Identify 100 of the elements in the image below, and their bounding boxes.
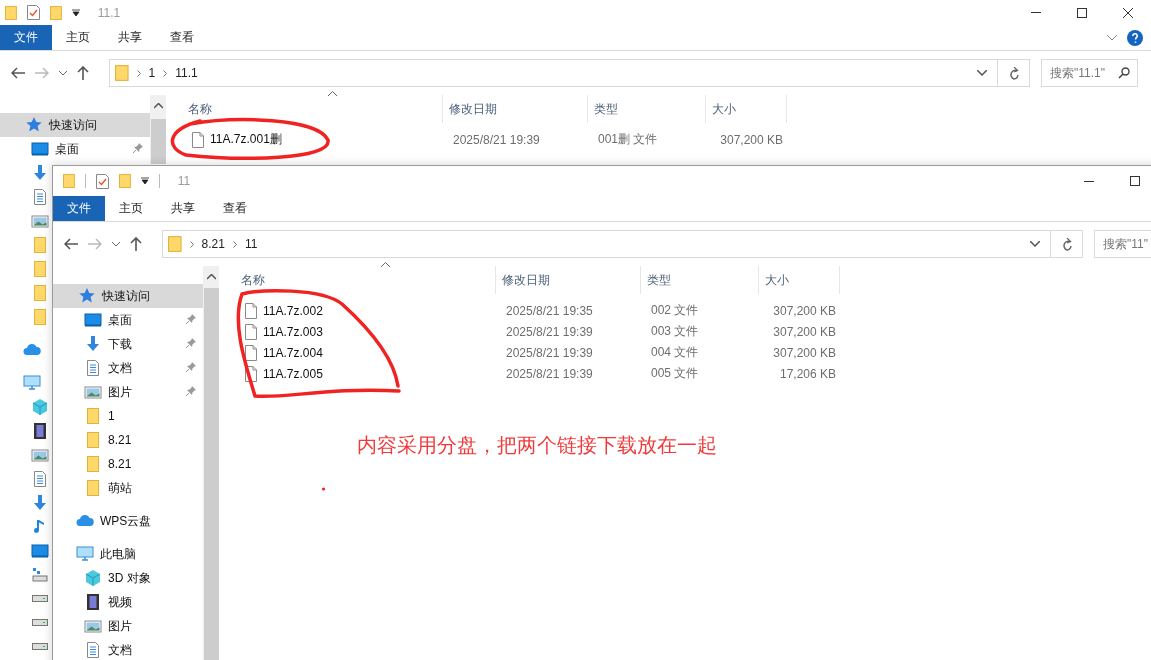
- pin-icon[interactable]: [185, 337, 197, 349]
- file-row[interactable]: 11A.7z.004 2025/8/21 19:39 004 文件 307,200 KB: [241, 342, 1151, 363]
- nav-item[interactable]: 此电脑: [53, 542, 203, 566]
- drive-icon[interactable]: [31, 643, 49, 650]
- file-row[interactable]: 11A.7z.003 2025/8/21 19:39 003 文件 307,200 KB: [241, 321, 1151, 342]
- folder-icon[interactable]: [31, 284, 49, 302]
- file-icon: [245, 302, 257, 319]
- search-field[interactable]: 搜索"11.1": [1041, 59, 1138, 87]
- nav-item[interactable]: 桌面: [0, 137, 150, 161]
- breadcrumb-item[interactable]: 8.21: [201, 237, 225, 251]
- pin-icon[interactable]: [185, 313, 197, 325]
- breadcrumb-item[interactable]: 11: [244, 237, 258, 251]
- ribbon-tab[interactable]: 文件: [0, 25, 52, 50]
- search-field[interactable]: 搜索"11": [1094, 230, 1151, 258]
- address-bar[interactable]: 1 11.1: [109, 59, 1030, 87]
- drive-icon[interactable]: [31, 619, 49, 626]
- nav-item[interactable]: 快速访问: [0, 113, 150, 137]
- ribbon-tab[interactable]: 文件: [53, 196, 105, 221]
- pin-icon[interactable]: [185, 385, 197, 397]
- nav-item[interactable]: 8.21: [53, 452, 203, 476]
- nav-item[interactable]: 文档: [53, 638, 203, 660]
- nav-item[interactable]: 1: [53, 404, 203, 428]
- dropdown-icon[interactable]: [71, 8, 80, 17]
- computer-icon: [76, 545, 94, 563]
- nav-item[interactable]: WPS云盘: [53, 509, 203, 533]
- chevron-down-icon[interactable]: [977, 70, 987, 76]
- refresh-icon: [1007, 66, 1020, 80]
- file-row[interactable]: 11A.7z.005 2025/8/21 19:39 005 文件 17,206 KB: [241, 363, 1151, 384]
- nav-item[interactable]: 视频: [53, 590, 203, 614]
- nav-item[interactable]: 8.21: [53, 428, 203, 452]
- forward-button[interactable]: [88, 238, 102, 250]
- up-button[interactable]: [130, 237, 142, 251]
- chevron-right-icon[interactable]: [232, 240, 237, 248]
- ribbon-tab[interactable]: 共享: [104, 25, 156, 50]
- scroll-thumb[interactable]: [150, 119, 166, 164]
- folder-icon[interactable]: [31, 308, 49, 326]
- file-row[interactable]: 11A.7z.001删 2025/8/21 19:39 001删 文件 307,200 KB: [188, 129, 1151, 150]
- nav-item[interactable]: 图片: [53, 614, 203, 638]
- picture-icon[interactable]: [31, 446, 49, 464]
- ribbon-tab[interactable]: 主页: [52, 25, 104, 50]
- column-header[interactable]: 修改日期: [496, 266, 641, 294]
- pin-icon[interactable]: [185, 361, 197, 373]
- down-arrow-icon[interactable]: [31, 164, 49, 182]
- file-row[interactable]: 11A.7z.002 2025/8/21 19:35 002 文件 307,200 KB: [241, 300, 1151, 321]
- column-header[interactable]: 类型: [641, 266, 759, 294]
- ribbon-tab[interactable]: 查看: [209, 196, 261, 221]
- chevron-down-icon[interactable]: [1107, 34, 1117, 41]
- nav-item[interactable]: 萌站: [53, 476, 203, 500]
- drive-icon[interactable]: [31, 595, 49, 602]
- picture-icon[interactable]: [31, 212, 49, 230]
- film-icon: [84, 593, 102, 611]
- address-bar[interactable]: 8.21 11: [162, 230, 1083, 258]
- chevron-right-icon[interactable]: [136, 69, 141, 77]
- down-arrow-icon[interactable]: [31, 494, 49, 512]
- breadcrumb-item[interactable]: 11.1: [175, 66, 198, 80]
- ribbon-tab[interactable]: 共享: [157, 196, 209, 221]
- chevron-right-icon[interactable]: [163, 69, 168, 77]
- chevron-down-icon[interactable]: [1030, 241, 1040, 247]
- column-header[interactable]: 大小: [706, 95, 787, 123]
- scrollbar[interactable]: [150, 95, 166, 164]
- film-icon[interactable]: [31, 422, 49, 440]
- pin-icon[interactable]: [132, 142, 144, 154]
- recent-locations-button[interactable]: [112, 241, 120, 247]
- nav-item[interactable]: 3D 对象: [53, 566, 203, 590]
- computer-icon[interactable]: [23, 374, 41, 392]
- column-header[interactable]: 名称: [241, 266, 496, 294]
- back-button[interactable]: [64, 238, 78, 250]
- document-icon[interactable]: [31, 188, 49, 206]
- chevron-right-icon[interactable]: [189, 240, 194, 248]
- monitor-icon[interactable]: [31, 542, 49, 560]
- dropdown-icon[interactable]: [140, 177, 149, 185]
- help-icon[interactable]: [1127, 29, 1143, 46]
- cube-icon[interactable]: [31, 398, 49, 416]
- nav-item[interactable]: 下载: [53, 332, 203, 356]
- folder-icon[interactable]: [31, 260, 49, 278]
- up-button[interactable]: [77, 66, 89, 80]
- column-header[interactable]: 名称: [188, 95, 443, 123]
- properties-icon[interactable]: [95, 173, 109, 189]
- sort-caret-icon: [381, 262, 390, 267]
- column-header[interactable]: 修改日期: [443, 95, 588, 123]
- breadcrumb-item[interactable]: 1: [148, 66, 156, 80]
- nav-item[interactable]: 桌面: [53, 308, 203, 332]
- folder-icon: [84, 455, 102, 473]
- recent-locations-button[interactable]: [59, 70, 67, 76]
- column-header[interactable]: 大小: [759, 266, 840, 294]
- scroll-up-icon[interactable]: [153, 103, 163, 109]
- column-header[interactable]: 类型: [588, 95, 706, 123]
- network-drive-icon[interactable]: [31, 566, 49, 584]
- document-icon[interactable]: [31, 470, 49, 488]
- nav-item[interactable]: 文档: [53, 356, 203, 380]
- nav-item[interactable]: 快速访问: [53, 284, 203, 308]
- ribbon-tab[interactable]: 主页: [105, 196, 157, 221]
- nav-item[interactable]: 图片: [53, 380, 203, 404]
- folder-icon[interactable]: [31, 236, 49, 254]
- properties-icon[interactable]: [26, 5, 40, 20]
- back-button[interactable]: [11, 67, 25, 79]
- search-icon[interactable]: [1118, 67, 1130, 79]
- ribbon-tab[interactable]: 查看: [156, 25, 208, 50]
- forward-button[interactable]: [35, 67, 49, 79]
- scroll-up-icon[interactable]: [206, 274, 216, 280]
